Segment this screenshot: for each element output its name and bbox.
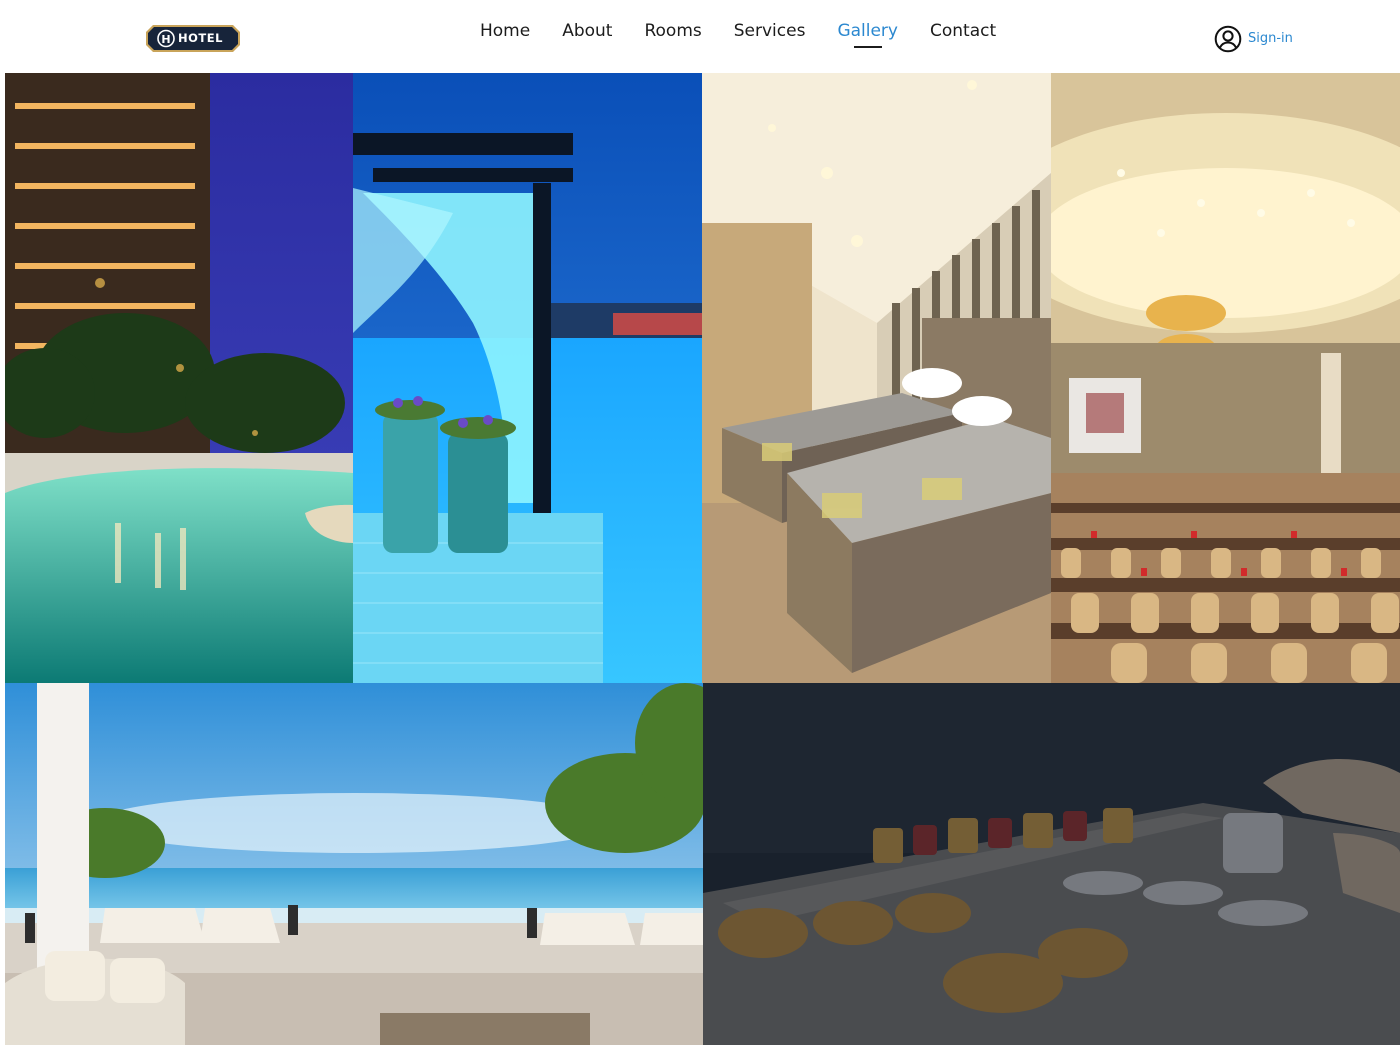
conference-hall-image bbox=[1051, 73, 1400, 683]
nav-rooms[interactable]: Rooms bbox=[644, 20, 701, 42]
main-nav: Home About Rooms Services Gallery Contac… bbox=[480, 20, 996, 50]
nav-services-label: Services bbox=[733, 21, 806, 41]
gallery-image-twin-bedroom[interactable] bbox=[702, 73, 1051, 683]
photo-gallery bbox=[5, 73, 1400, 1048]
pool-cabana-image bbox=[353, 73, 702, 683]
resort-pool-image bbox=[5, 73, 353, 683]
gallery-image-resort-pool[interactable] bbox=[5, 73, 353, 683]
hotel-logo[interactable]: H HOTEL bbox=[145, 24, 241, 53]
user-circle-icon bbox=[1214, 25, 1242, 53]
nav-gallery-label: Gallery bbox=[837, 21, 898, 41]
nav-contact-label: Contact bbox=[929, 21, 997, 41]
nav-services[interactable]: Services bbox=[734, 20, 806, 42]
nav-gallery[interactable]: Gallery bbox=[837, 20, 898, 48]
image-dark-overlay bbox=[703, 683, 1400, 1045]
gallery-image-ocean-terrace[interactable] bbox=[5, 683, 703, 1045]
active-nav-underline bbox=[853, 46, 882, 48]
ocean-terrace-image bbox=[5, 683, 703, 1045]
svg-text:H: H bbox=[161, 33, 170, 46]
site-header: H HOTEL Home About Rooms Services Galler… bbox=[0, 0, 1400, 73]
nav-contact[interactable]: Contact bbox=[930, 20, 996, 42]
signin-label: Sign-in bbox=[1248, 31, 1293, 46]
twin-bedroom-image bbox=[702, 73, 1051, 683]
logo-text: HOTEL bbox=[178, 31, 223, 45]
signin-link[interactable]: Sign-in bbox=[1214, 25, 1293, 53]
gallery-image-pool-cabana[interactable] bbox=[353, 73, 702, 683]
gallery-image-conference-hall[interactable] bbox=[1051, 73, 1400, 683]
nav-about-label: About bbox=[562, 21, 613, 41]
nav-home[interactable]: Home bbox=[480, 20, 530, 42]
nav-home-label: Home bbox=[480, 21, 531, 41]
nav-about[interactable]: About bbox=[562, 20, 612, 42]
gallery-image-buffet[interactable] bbox=[703, 683, 1400, 1045]
nav-rooms-label: Rooms bbox=[644, 21, 702, 41]
